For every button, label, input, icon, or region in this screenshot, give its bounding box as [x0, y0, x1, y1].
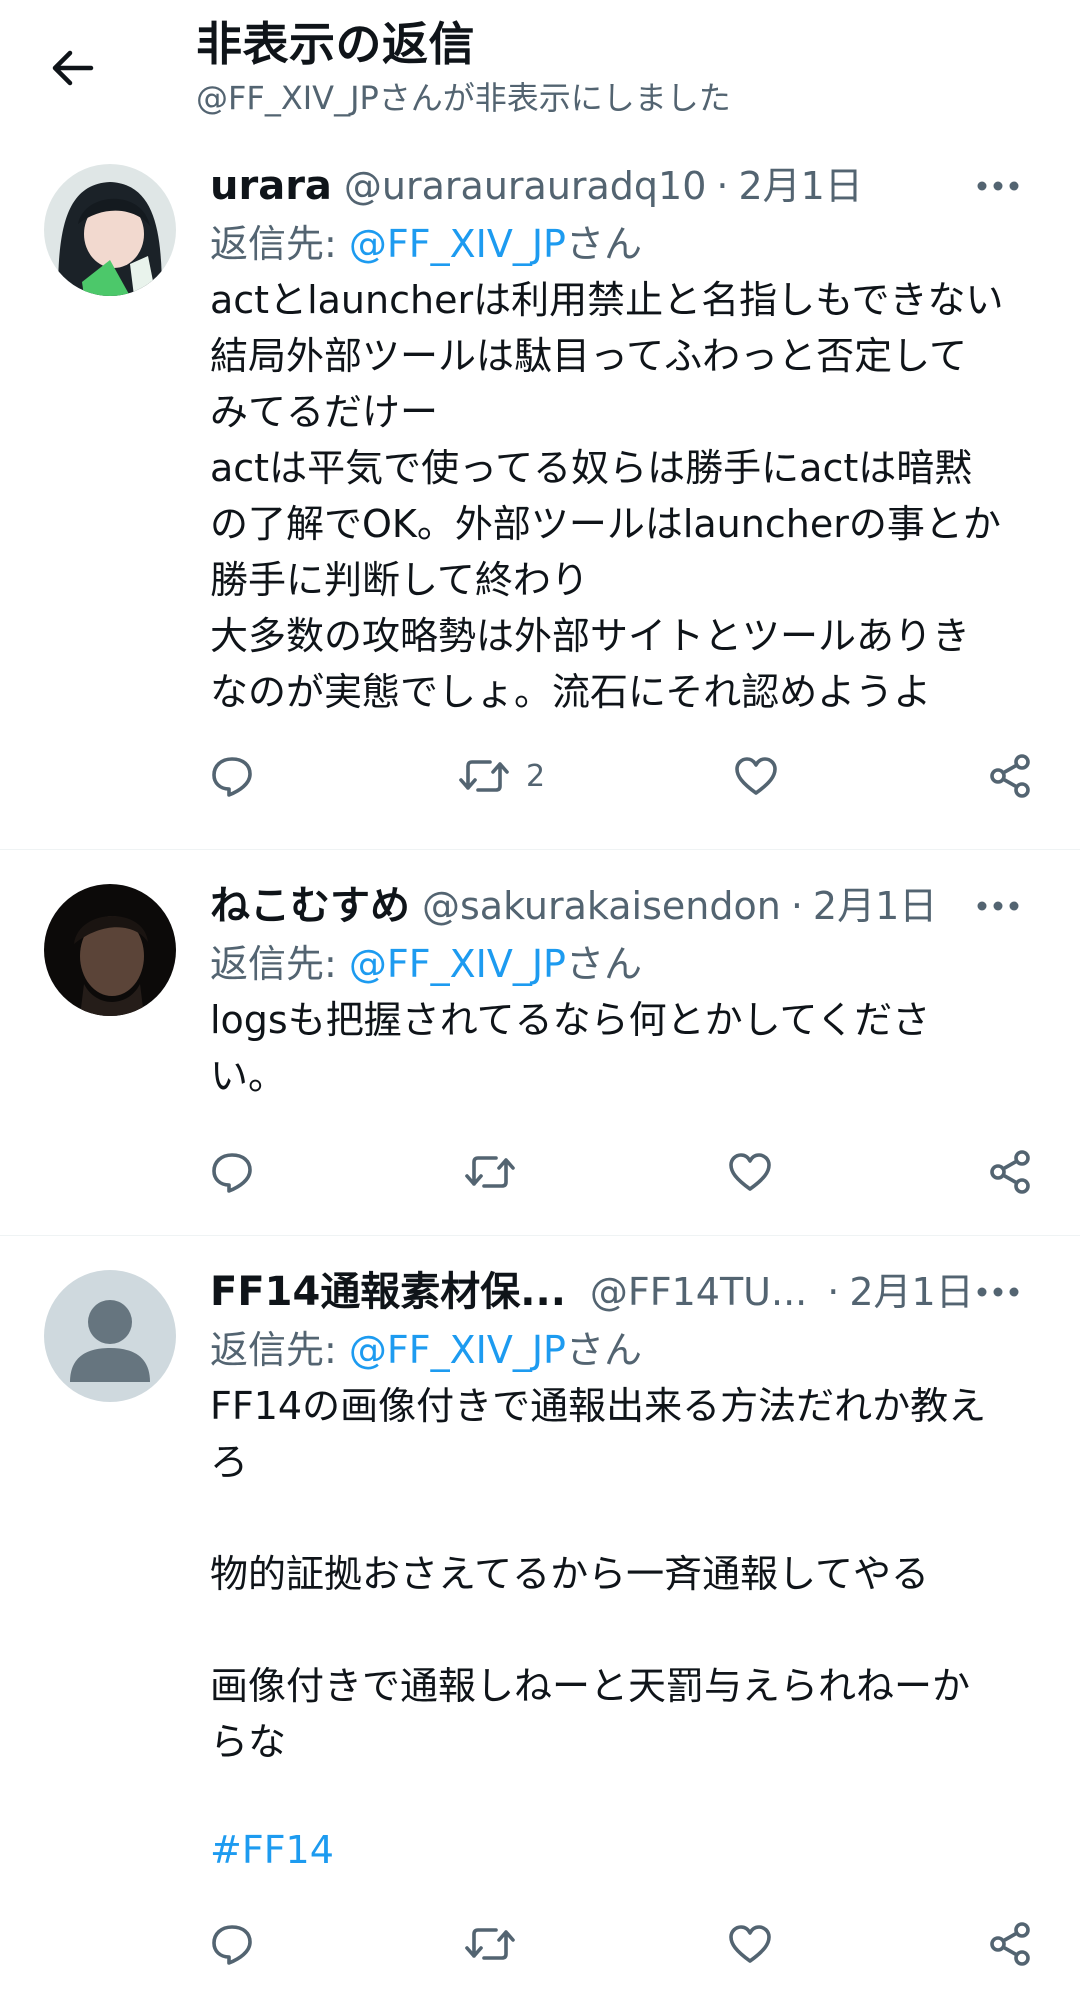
tweet-date[interactable]: 2月1日 [739, 158, 863, 214]
display-name[interactable]: ねこむすめ [210, 878, 410, 934]
tweet-meta: urara @uraraurauradq10 · 2月1日 [210, 158, 990, 214]
retweet-button[interactable] [464, 1140, 516, 1204]
share-button[interactable] [986, 1140, 1034, 1204]
retweet-icon [464, 1148, 516, 1196]
reply-icon [208, 752, 256, 800]
reply-suffix: さん [565, 222, 642, 266]
reply-to-line: 返信先: @FF_XIV_JPさん [210, 216, 642, 272]
reply-suffix: さん [565, 942, 642, 986]
reply-to-line: 返信先: @FF_XIV_JPさん [210, 1322, 642, 1378]
reply-suffix: さん [565, 1328, 642, 1372]
avatar-default[interactable] [44, 1270, 176, 1402]
retweet-button[interactable]: 2 [458, 744, 545, 808]
share-icon [986, 1920, 1034, 1968]
tweet-date[interactable]: 2月1日 [849, 1264, 973, 1320]
avatar[interactable] [44, 884, 176, 1016]
reply-icon [208, 1148, 256, 1196]
tweet-text: FF14の画像付きで通報出来る方法だれか教え ろ 物的証拠おさえてるから一斉通報… [210, 1384, 987, 1764]
reply-mention-link[interactable]: @FF_XIV_JP [349, 942, 566, 986]
display-name[interactable]: urara [210, 158, 332, 214]
tweet-actions [200, 1912, 1040, 1976]
tweet-meta: FF14通報素材保... @FF14TU... · 2月1日 [210, 1264, 990, 1320]
more-options-button[interactable] [968, 158, 1028, 214]
tweet-actions [200, 1140, 1040, 1204]
reply-icon [208, 1920, 256, 1968]
page-title: 非表示の返信 [196, 17, 475, 71]
retweet-icon [458, 752, 510, 800]
like-button[interactable] [732, 744, 780, 808]
more-horizontal-icon [976, 900, 1020, 912]
reply-tweet[interactable]: ねこむすめ @sakurakaisendon · 2月1日 返信先: @FF_X… [0, 850, 1080, 1236]
share-button[interactable] [986, 1912, 1034, 1976]
reply-button[interactable] [208, 1140, 256, 1204]
meta-separator: · [716, 164, 729, 208]
share-icon [986, 752, 1034, 800]
reply-mention-link[interactable]: @FF_XIV_JP [349, 1328, 566, 1372]
more-horizontal-icon [976, 1286, 1020, 1298]
more-horizontal-icon [976, 180, 1020, 192]
tweet-date[interactable]: 2月1日 [813, 878, 937, 934]
user-handle[interactable]: @FF14TU... [590, 1264, 807, 1320]
retweet-button[interactable] [464, 1912, 516, 1976]
user-handle[interactable]: @sakurakaisendon [422, 878, 781, 934]
heart-icon [726, 1920, 774, 1968]
meta-separator: · [790, 884, 803, 928]
share-icon [986, 1148, 1034, 1196]
reply-prefix: 返信先: [210, 222, 349, 266]
reply-prefix: 返信先: [210, 1328, 349, 1372]
back-button[interactable] [34, 30, 110, 106]
header-bar: 非表示の返信 @FF_XIV_JPさんが非表示にしました [0, 0, 1080, 140]
reply-button[interactable] [208, 1912, 256, 1976]
reply-prefix: 返信先: [210, 942, 349, 986]
share-button[interactable] [986, 744, 1034, 808]
reply-to-line: 返信先: @FF_XIV_JPさん [210, 936, 642, 992]
more-options-button[interactable] [968, 1264, 1028, 1320]
heart-icon [726, 1148, 774, 1196]
reply-tweet[interactable]: urara @uraraurauradq10 · 2月1日 返信先: @FF_X… [0, 140, 1080, 850]
tweet-text: logsも把握されてるなら何とかしてくださ い。 [210, 998, 931, 1098]
more-options-button[interactable] [968, 878, 1028, 934]
tweet-text: actとlauncherは利用禁止と名指しもできない 結局外部ツールは駄目ってふ… [210, 278, 1004, 714]
retweet-icon [464, 1920, 516, 1968]
reply-button[interactable] [208, 744, 256, 808]
tweet-meta: ねこむすめ @sakurakaisendon · 2月1日 [210, 878, 990, 934]
like-button[interactable] [726, 1912, 774, 1976]
tweet-actions: 2 [200, 744, 1040, 808]
retweet-count: 2 [526, 758, 546, 794]
avatar[interactable] [44, 164, 176, 296]
page-subtitle: @FF_XIV_JPさんが非表示にしました [196, 79, 731, 117]
reply-mention-link[interactable]: @FF_XIV_JP [349, 222, 566, 266]
hashtag-link[interactable]: #FF14 [210, 1822, 334, 1878]
reply-tweet[interactable]: FF14通報素材保... @FF14TU... · 2月1日 返信先: @FF_… [0, 1236, 1080, 2004]
user-handle[interactable]: @uraraurauradq10 [344, 158, 706, 214]
meta-separator: · [827, 1270, 840, 1314]
heart-icon [732, 752, 780, 800]
arrow-left-icon [50, 50, 94, 86]
like-button[interactable] [726, 1140, 774, 1204]
display-name[interactable]: FF14通報素材保... [210, 1264, 566, 1320]
